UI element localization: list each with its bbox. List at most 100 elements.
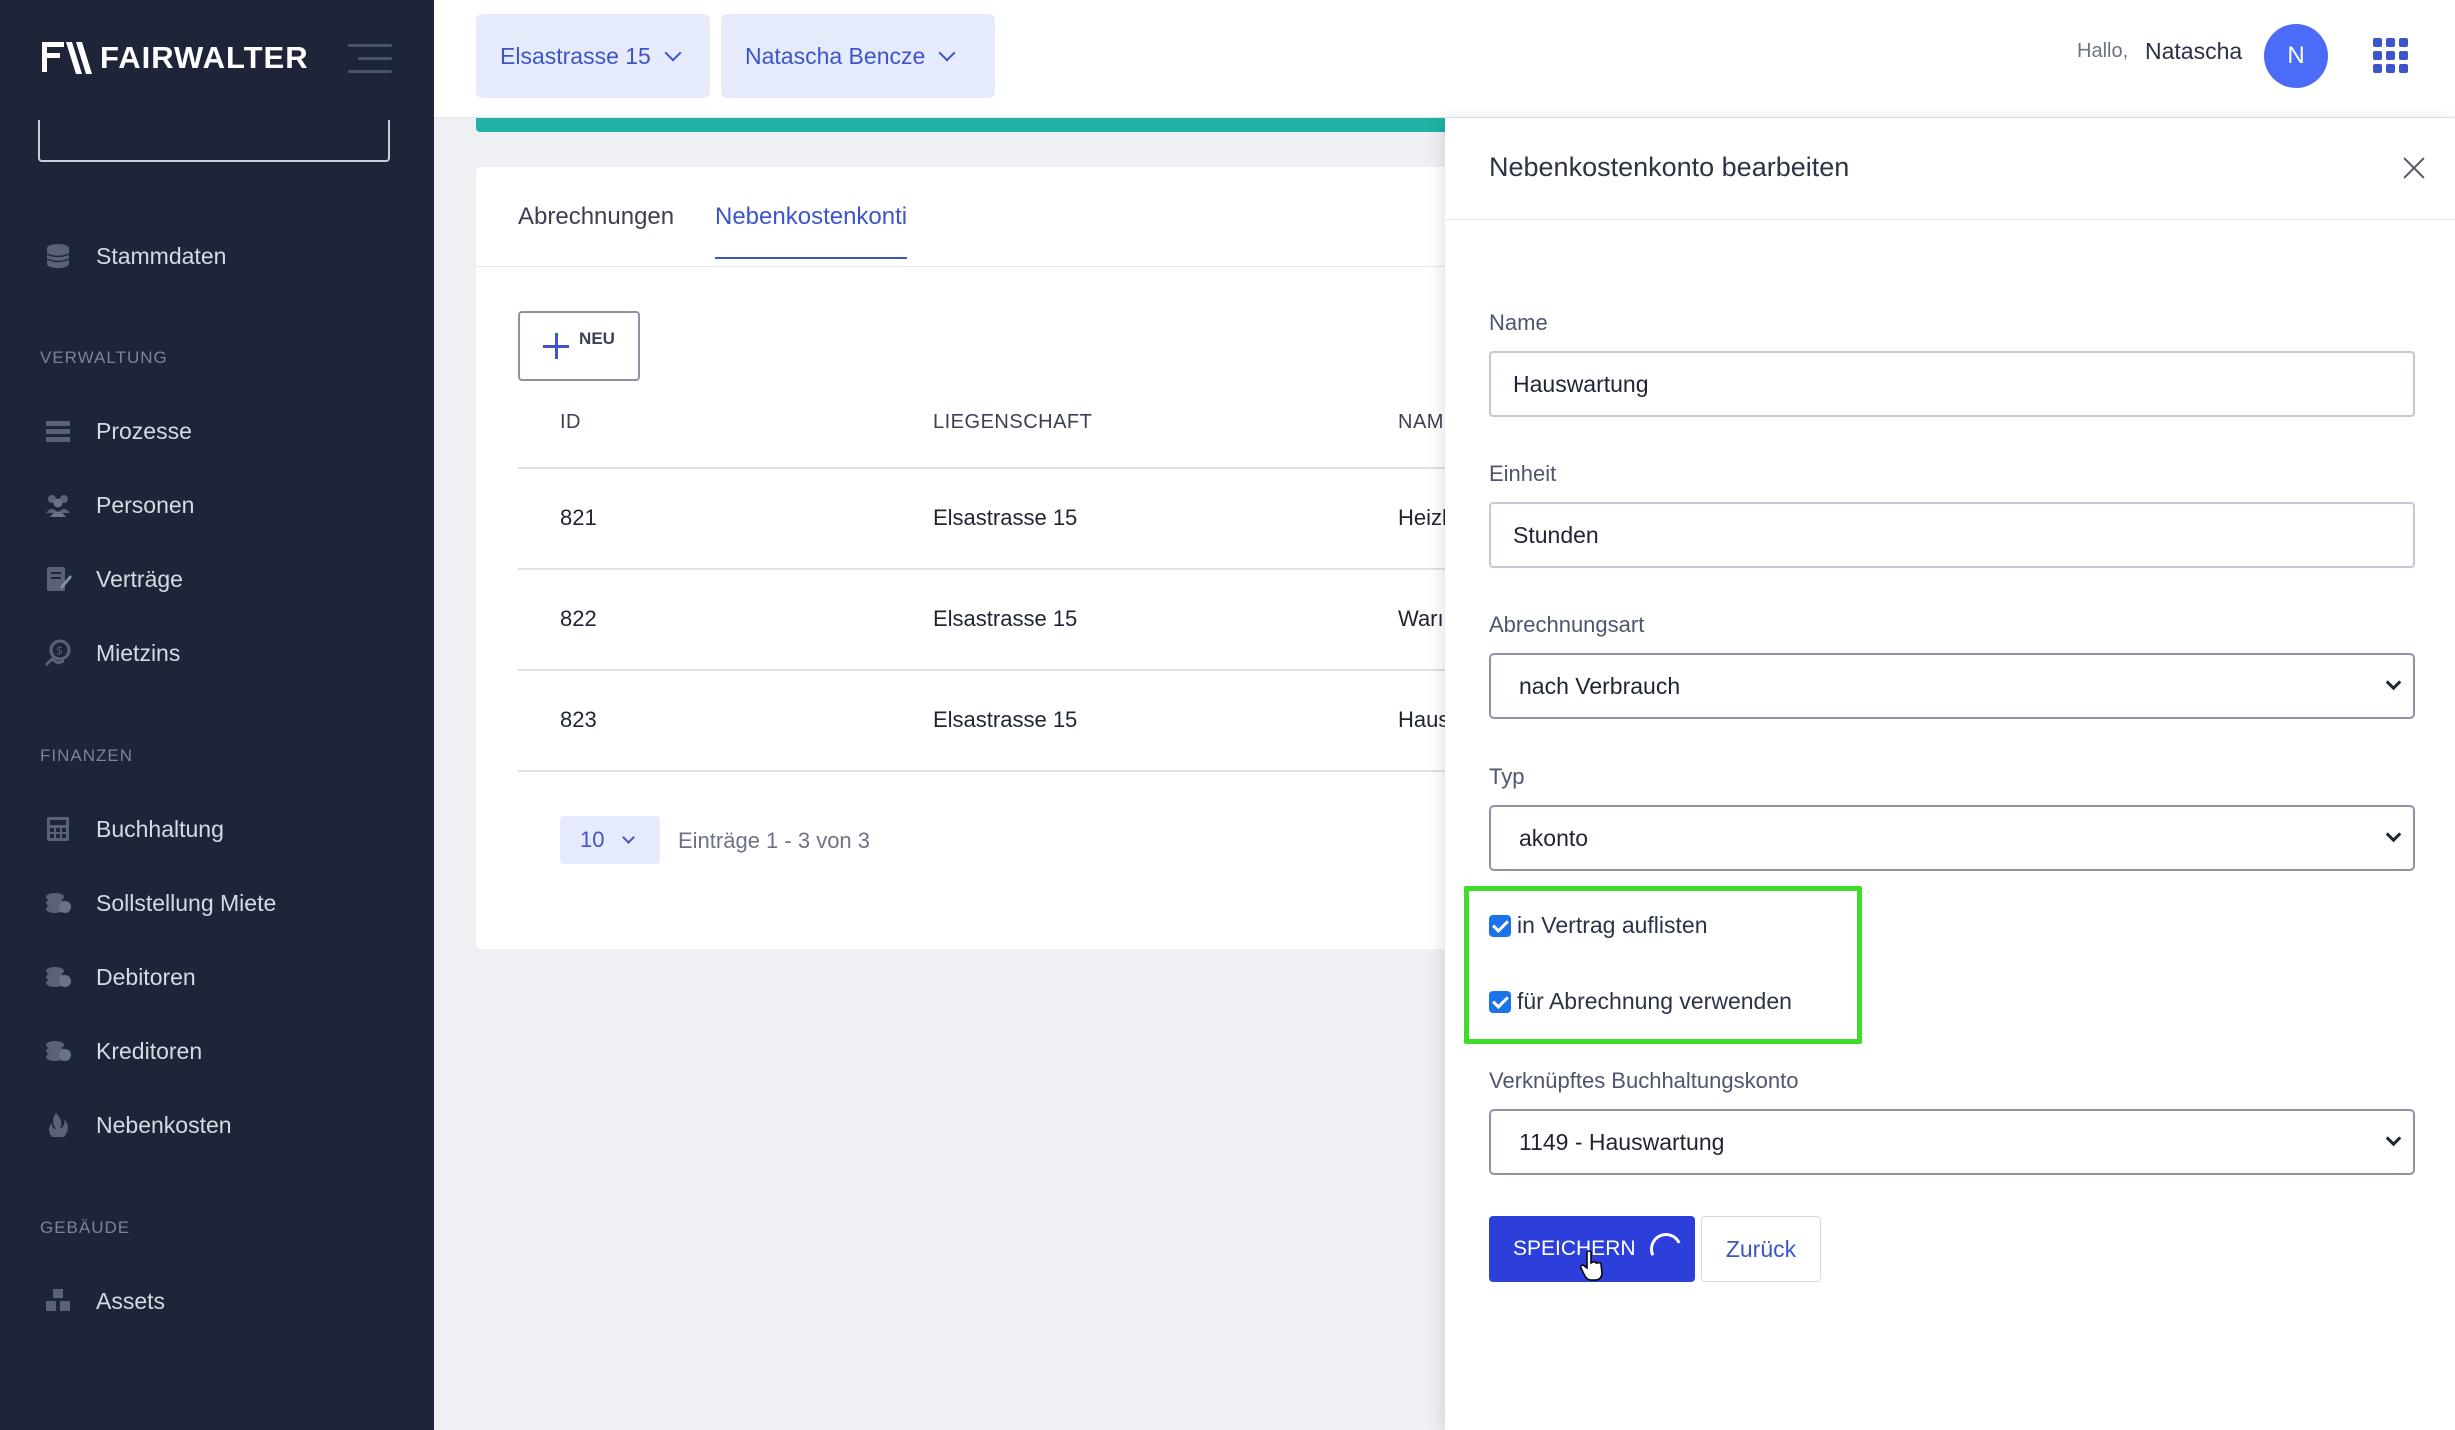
property-selector[interactable]: Elsastrasse 15 [476,14,710,98]
checkbox-fuer-abrechnung[interactable]: für Abrechnung verwenden [1489,988,1792,1015]
checkbox-in-vertrag[interactable]: in Vertrag auflisten [1489,912,1708,939]
sidebar-item-mietzins[interactable]: $ Mietzins [44,631,180,675]
sidebar-item-label: Sollstellung Miete [96,889,277,916]
checkbox-checked[interactable] [1489,914,1511,937]
sidebar-item-label: Nebenkosten [96,1111,232,1138]
back-button[interactable]: Zurück [1701,1216,1821,1282]
svg-text:$: $ [56,644,63,657]
sidebar-section-finanzen: FINANZEN [40,746,133,765]
sidebar-item-debitoren[interactable]: Debitoren [44,955,196,999]
sidebar-item-label: Personen [96,491,195,518]
main-card: Abrechnungen Nebenkostenkonti NEU ID LIE… [476,167,1576,949]
edit-drawer: Nebenkostenkonto bearbeiten Name Hauswar… [1445,118,2455,1430]
tab-nebenkostenkonti[interactable]: Nebenkostenkonti [715,203,908,259]
konto-label: Verknüpftes Buchhaltungskonto [1489,1068,1799,1093]
person-selector[interactable]: Natascha Bencze [721,14,995,98]
cell-id: 821 [560,505,597,530]
sidebar-item-personen[interactable]: Personen [44,483,194,527]
close-icon[interactable] [2402,156,2426,180]
chevron-down-icon [938,44,956,62]
einheit-label: Einheit [1489,461,1557,486]
sidebar-item-kreditoren[interactable]: Kreditoren [44,1029,202,1073]
sidebar-item-prozesse[interactable]: Prozesse [44,409,192,453]
user-name: Natascha [2145,38,2243,64]
database-icon [46,244,70,268]
logo[interactable]: FAIRWALTER [42,38,309,78]
column-header-id[interactable]: ID [560,411,581,434]
sidebar-item-label: Mietzins [96,639,181,666]
divider [518,770,1576,772]
sidebar-item-label: Kreditoren [96,1037,203,1064]
boxes-icon [46,1289,70,1311]
new-button-label: NEU [579,329,615,348]
page-size-value: 10 [580,827,605,852]
chevron-down-icon [2385,674,2402,691]
flame-icon [49,1113,68,1137]
typ-label: Typ [1489,764,1525,789]
highlight-annotation [1464,886,1862,1044]
tab-abrechnungen[interactable]: Abrechnungen [518,203,674,257]
page-size-select[interactable]: 10 [560,816,660,864]
sidebar-section-gebaeude: GEBÄUDE [40,1218,131,1237]
loading-spinner-icon [1645,1228,1687,1270]
sidebar-search-input[interactable] [38,120,390,162]
coins-icon [46,893,71,913]
person-selector-label: Natascha Bencze [745,42,926,69]
chevron-down-icon [2385,1130,2402,1147]
drawer-header: Nebenkostenkonto bearbeiten [1445,118,2455,220]
cell-id: 822 [560,606,597,631]
fairwalter-logo-icon [42,42,92,74]
sidebar-item-label: Verträge [96,565,183,592]
checkbox-checked[interactable] [1489,990,1511,1013]
rent-icon: $ [44,639,71,667]
greeting-text: Hallo, [2077,40,2129,62]
konto-select[interactable]: 1149 - Hauswartung [1489,1109,2415,1175]
sidebar-section-verwaltung: VERWALTUNG [40,348,168,367]
abrechnungsart-select[interactable]: nach Verbrauch [1489,653,2415,719]
coins-icon [46,967,71,987]
sidebar-item-sollstellung-miete[interactable]: Sollstellung Miete [44,881,276,925]
menu-toggle-icon[interactable] [348,44,392,74]
typ-value: akonto [1519,824,1589,851]
entries-info: Einträge 1 - 3 von 3 [678,828,871,853]
plus-icon [543,333,570,359]
cell-name: Haus [1398,707,1450,732]
sidebar-item-stammdaten[interactable]: Stammdaten [44,234,226,278]
sidebar-item-nebenkosten[interactable]: Nebenkosten [44,1103,232,1147]
sidebar-item-label: Debitoren [96,963,196,990]
list-icon [46,421,70,442]
drawer-title: Nebenkostenkonto bearbeiten [1489,152,1850,182]
new-button[interactable]: NEU [518,311,640,381]
divider [518,568,1576,570]
topbar: Elsastrasse 15 Natascha Bencze Hallo, Na… [434,0,2455,118]
checkbox-label: für Abrechnung verwenden [1517,988,1792,1014]
sidebar-item-buchhaltung[interactable]: Buchhaltung [44,807,224,851]
logo-text: FAIRWALTER [100,40,309,75]
contract-icon [47,567,72,591]
name-field[interactable]: Hauswartung [1489,351,2415,417]
apps-grid-icon[interactable] [2373,38,2409,74]
cell-liegenschaft: Elsastrasse 15 [933,505,1078,530]
save-button-label: SPEICHERN [1513,1237,1636,1260]
chevron-down-icon [664,44,682,62]
sidebar: FAIRWALTER Stammdaten VERWALTUNG Prozess… [0,0,434,1430]
avatar[interactable]: N [2264,24,2328,88]
einheit-field[interactable]: Stunden [1489,502,2415,568]
people-icon [46,495,70,517]
column-header-liegenschaft[interactable]: LIEGENSCHAFT [933,411,1092,434]
sidebar-item-label: Stammdaten [96,242,227,269]
divider [518,669,1576,671]
typ-select[interactable]: akonto [1489,805,2415,871]
calculator-icon [47,817,69,841]
hand-cursor-icon [1580,1250,1603,1281]
chevron-down-icon [622,830,636,844]
column-header-name[interactable]: NAM [1398,411,1444,434]
chevron-down-icon [2385,826,2402,843]
sidebar-item-vertraege[interactable]: Verträge [44,557,183,601]
konto-value: 1149 - Hauswartung [1519,1128,1725,1155]
progress-strip [476,118,1476,132]
cell-id: 823 [560,707,597,732]
sidebar-item-label: Prozesse [96,417,192,444]
sidebar-item-assets[interactable]: Assets [44,1279,165,1323]
checkbox-label: in Vertrag auflisten [1517,912,1708,938]
